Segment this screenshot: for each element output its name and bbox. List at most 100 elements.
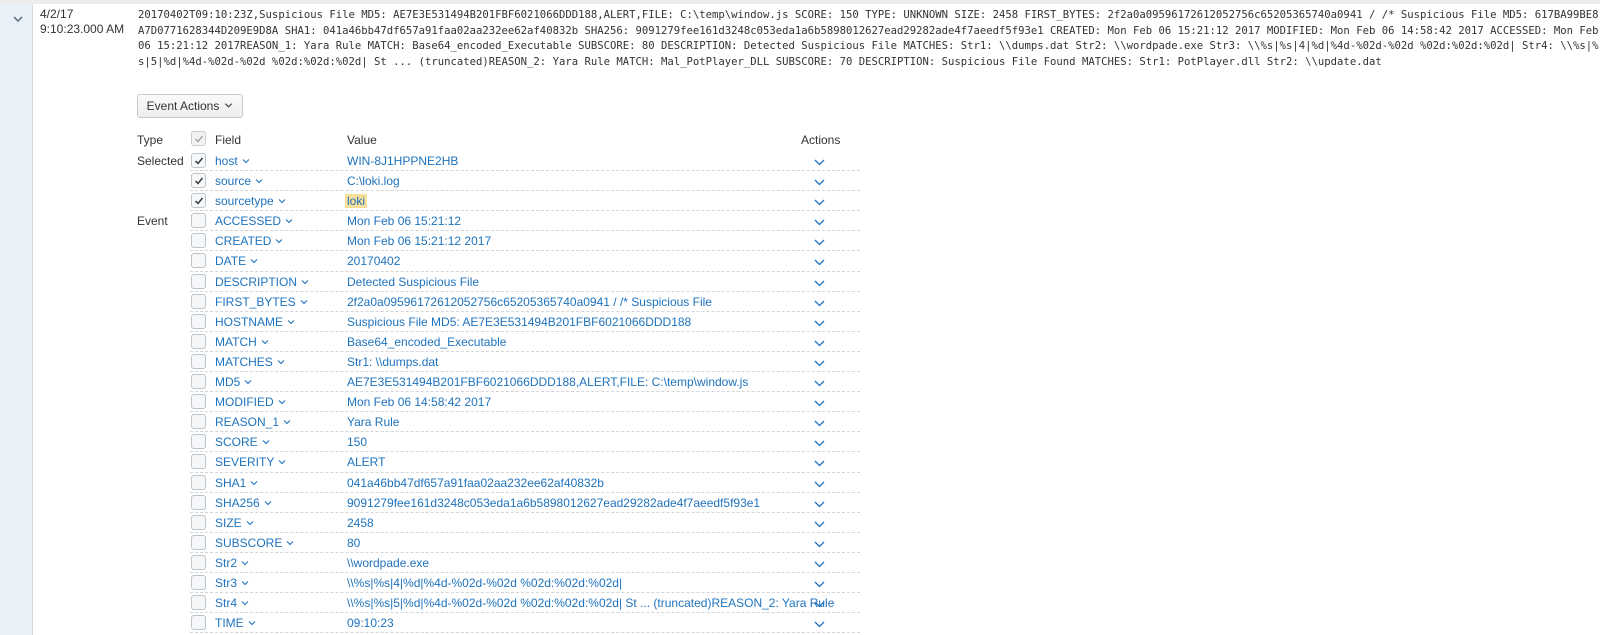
field-actions-chevron-icon[interactable] (814, 337, 826, 347)
field-value-link[interactable]: Yara Rule (347, 415, 399, 429)
field-name-link[interactable]: SCORE (215, 435, 270, 449)
field-name-link[interactable]: SHA1 (215, 476, 258, 490)
field-actions-chevron-icon[interactable] (814, 397, 826, 407)
field-actions-chevron-icon[interactable] (814, 518, 826, 528)
field-select-checkbox[interactable] (191, 273, 206, 289)
field-name-link[interactable]: HOSTNAME (215, 315, 295, 329)
field-select-checkbox[interactable] (191, 454, 206, 470)
field-name-link[interactable]: source (215, 174, 263, 188)
field-select-checkbox[interactable] (191, 313, 206, 329)
field-value-link[interactable]: 80 (347, 536, 360, 550)
field-value-link[interactable]: 20170402 (347, 254, 400, 268)
field-actions-chevron-icon[interactable] (814, 598, 826, 608)
field-name-link[interactable]: Str2 (215, 556, 249, 570)
field-select-checkbox[interactable] (191, 554, 206, 570)
field-select-checkbox[interactable] (191, 374, 206, 390)
field-select-checkbox[interactable] (191, 534, 206, 550)
collapse-chevron-icon[interactable] (12, 13, 26, 27)
event-actions-button[interactable]: Event Actions (137, 94, 243, 118)
field-value-link[interactable]: Suspicious File MD5: AE7E3E531494B201FBF… (347, 315, 691, 329)
field-actions-chevron-icon[interactable] (814, 618, 826, 628)
field-name-link[interactable]: ACCESSED (215, 214, 293, 228)
field-value-link[interactable]: 2f2a0a09596172612052756c65205365740a0941… (347, 295, 712, 309)
field-select-checkbox[interactable] (191, 233, 206, 249)
field-value-link[interactable]: AE7E3E531494B201FBF6021066DDD188,ALERT,F… (347, 375, 748, 389)
field-name-link[interactable]: Str4 (215, 596, 249, 610)
field-value-link[interactable]: loki (345, 194, 368, 209)
field-value-link[interactable]: Mon Feb 06 14:58:42 2017 (347, 395, 491, 409)
field-name-link[interactable]: SHA256 (215, 496, 272, 510)
field-value-link[interactable]: \\%s|%s|4|%d|%4d-%02d-%02d %02d:%02d:%02… (347, 576, 622, 590)
field-actions-chevron-icon[interactable] (814, 417, 826, 427)
field-value-link[interactable]: WIN-8J1HPPNE2HB (347, 154, 458, 168)
field-select-checkbox[interactable] (191, 253, 206, 269)
field-select-checkbox[interactable] (191, 293, 206, 309)
field-select-checkbox[interactable] (191, 394, 206, 410)
field-name-link[interactable]: MD5 (215, 375, 252, 389)
field-name-link[interactable]: CREATED (215, 234, 283, 248)
field-select-checkbox[interactable] (191, 615, 206, 631)
field-actions-chevron-icon[interactable] (814, 498, 826, 508)
field-actions-chevron-icon[interactable] (814, 277, 826, 287)
field-value-link[interactable]: Mon Feb 06 15:21:12 2017 (347, 234, 491, 248)
select-all-checkbox[interactable] (191, 131, 206, 146)
field-select-checkbox[interactable] (191, 414, 206, 430)
field-actions-chevron-icon[interactable] (814, 256, 826, 266)
field-value-link[interactable]: \\%s|%s|5|%d|%4d-%02d-%02d %02d:%02d:%02… (347, 596, 834, 610)
field-actions-chevron-icon[interactable] (814, 578, 826, 588)
field-actions-chevron-icon[interactable] (814, 538, 826, 548)
field-actions-chevron-icon[interactable] (814, 437, 826, 447)
field-name-link[interactable]: SEVERITY (215, 455, 286, 469)
field-actions-chevron-icon[interactable] (814, 478, 826, 488)
field-select-checkbox[interactable] (191, 434, 206, 450)
field-name-link[interactable]: TIME (215, 616, 256, 630)
field-name-link[interactable]: DATE (215, 254, 258, 268)
field-select-checkbox[interactable] (191, 353, 206, 369)
field-name-link[interactable]: Str3 (215, 576, 249, 590)
field-select-checkbox[interactable] (191, 153, 206, 168)
field-select-checkbox[interactable] (191, 173, 206, 189)
field-name-link[interactable]: host (215, 154, 250, 168)
field-actions-chevron-icon[interactable] (814, 317, 826, 327)
field-select-checkbox[interactable] (191, 595, 206, 611)
field-name-link[interactable]: MODIFIED (215, 395, 286, 409)
field-value-link[interactable]: Base64_encoded_Executable (347, 335, 506, 349)
field-actions-chevron-icon[interactable] (814, 176, 826, 186)
field-actions-chevron-icon[interactable] (814, 236, 826, 246)
field-actions-chevron-icon[interactable] (814, 558, 826, 568)
field-value-link[interactable]: Str1: \\dumps.dat (347, 355, 438, 369)
field-actions-chevron-icon[interactable] (814, 297, 826, 307)
field-select-checkbox[interactable] (191, 514, 206, 530)
table-row: DESCRIPTION Detected Suspicious File (0, 272, 860, 292)
field-name-link[interactable]: DESCRIPTION (215, 275, 309, 289)
field-value-link[interactable]: ALERT (347, 455, 385, 469)
field-select-checkbox[interactable] (191, 494, 206, 510)
field-select-checkbox[interactable] (191, 333, 206, 349)
field-value-link[interactable]: 9091279fee161d3248c053eda1a6b5898012627e… (347, 496, 760, 510)
field-name-link[interactable]: SUBSCORE (215, 536, 294, 550)
field-value-link[interactable]: 2458 (347, 516, 374, 530)
field-name-link[interactable]: REASON_1 (215, 415, 291, 429)
field-actions-chevron-icon[interactable] (814, 196, 826, 206)
field-value-link[interactable]: 150 (347, 435, 367, 449)
field-name-link[interactable]: sourcetype (215, 194, 286, 208)
field-value-link[interactable]: \\wordpade.exe (347, 556, 429, 570)
field-actions-chevron-icon[interactable] (814, 156, 826, 166)
field-actions-chevron-icon[interactable] (814, 216, 826, 226)
field-name-link[interactable]: SIZE (215, 516, 254, 530)
field-name-link[interactable]: MATCH (215, 335, 269, 349)
field-name-link[interactable]: FIRST_BYTES (215, 295, 308, 309)
field-value-link[interactable]: 041a46bb47df657a91faa02aa232ee62af40832b (347, 476, 604, 490)
field-value-link[interactable]: Detected Suspicious File (347, 275, 479, 289)
field-select-checkbox[interactable] (191, 213, 206, 229)
field-actions-chevron-icon[interactable] (814, 357, 826, 367)
field-name-link[interactable]: MATCHES (215, 355, 285, 369)
field-value-link[interactable]: C:\loki.log (347, 174, 400, 188)
field-value-link[interactable]: 09:10:23 (347, 616, 394, 630)
field-select-checkbox[interactable] (191, 193, 206, 209)
field-select-checkbox[interactable] (191, 574, 206, 590)
field-actions-chevron-icon[interactable] (814, 457, 826, 467)
field-value-link[interactable]: Mon Feb 06 15:21:12 (347, 214, 461, 228)
field-select-checkbox[interactable] (191, 474, 206, 490)
field-actions-chevron-icon[interactable] (814, 377, 826, 387)
